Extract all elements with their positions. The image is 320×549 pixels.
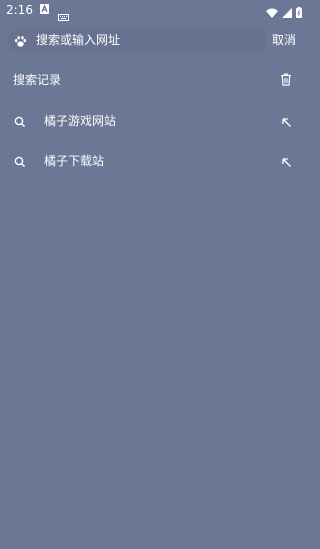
battery-icon <box>296 3 302 22</box>
status-right-icons <box>266 3 302 22</box>
app-a-icon <box>40 4 49 14</box>
trash-icon[interactable] <box>280 71 292 90</box>
search-bar[interactable] <box>8 28 267 52</box>
search-icon <box>14 153 26 172</box>
search-screen: 2:16 搜索或输入网址 取消 搜索记录 橘子游戏网站 橘子下载站 <box>0 0 308 549</box>
history-item-label: 橘子游戏网站 <box>44 114 117 128</box>
search-icon <box>14 113 26 132</box>
history-item[interactable]: 橘子游戏网站 <box>0 100 308 140</box>
status-time: 2:16 <box>6 3 33 17</box>
keyboard-icon <box>58 6 69 25</box>
history-item-label: 橘子下载站 <box>44 154 105 168</box>
arrow-up-left-icon[interactable] <box>281 113 292 132</box>
cancel-button[interactable]: 取消 <box>272 31 296 48</box>
history-item[interactable]: 橘子下载站 <box>0 140 308 180</box>
arrow-up-left-icon[interactable] <box>281 153 292 172</box>
signal-icon <box>282 3 292 22</box>
history-title: 搜索记录 <box>13 73 62 87</box>
search-input[interactable] <box>36 28 261 52</box>
paw-icon[interactable] <box>14 33 27 52</box>
wifi-icon <box>266 3 278 22</box>
status-bar: 2:16 <box>0 0 308 22</box>
